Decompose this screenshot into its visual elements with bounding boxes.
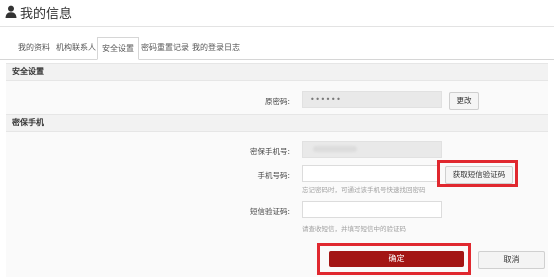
tab-label: 我的登录日志 (192, 43, 240, 52)
page-title: 我的信息 (20, 7, 73, 22)
phone-section-header: 密保手机 (6, 114, 548, 132)
tab-login-log[interactable]: 我的登录日志 (191, 37, 241, 58)
redacted-phone (313, 146, 357, 152)
tab-password-reset-log[interactable]: 密码重置记录 (140, 37, 190, 58)
current-phone-field (302, 141, 442, 158)
new-phone-hint: 忘记密码时，可通过该手机号快速找回密码 (302, 186, 426, 194)
tab-security-settings[interactable]: 安全设置 (97, 37, 139, 60)
tab-my-profile[interactable]: 我的资料 (14, 37, 54, 58)
tab-label: 安全设置 (102, 44, 134, 53)
sms-code-label: 短信验证码: (249, 207, 290, 216)
highlight-box (437, 160, 518, 187)
user-icon (5, 5, 17, 18)
tab-label: 密码重置记录 (141, 43, 189, 52)
tab-org-contact[interactable]: 机构联系人 (55, 37, 97, 58)
new-phone-input[interactable] (302, 165, 439, 182)
password-label: 原密码: (264, 97, 290, 106)
page-header: 我的信息 (0, 0, 554, 28)
section-title: 密保手机 (12, 118, 44, 127)
password-value: •••••• (310, 95, 342, 104)
current-phone-label: 密保手机号: (249, 147, 290, 156)
sms-code-input[interactable] (302, 201, 442, 218)
header-divider (0, 26, 554, 27)
sms-code-hint: 请查收短信，并填写短信中的验证码 (302, 225, 406, 233)
change-password-button[interactable]: 更改 (449, 92, 479, 110)
password-field: •••••• (302, 91, 442, 108)
tab-label: 我的资料 (18, 43, 50, 52)
new-phone-label: 手机号码: (257, 171, 290, 180)
tab-bar: 我的资料 机构联系人 安全设置 密码重置记录 我的登录日志 (0, 37, 554, 60)
confirm-button[interactable]: 确定 (329, 251, 464, 267)
cancel-button[interactable]: 取消 (478, 251, 545, 269)
section-title: 安全设置 (12, 67, 44, 76)
tab-label: 机构联系人 (56, 43, 96, 52)
security-section-header: 安全设置 (6, 63, 548, 81)
